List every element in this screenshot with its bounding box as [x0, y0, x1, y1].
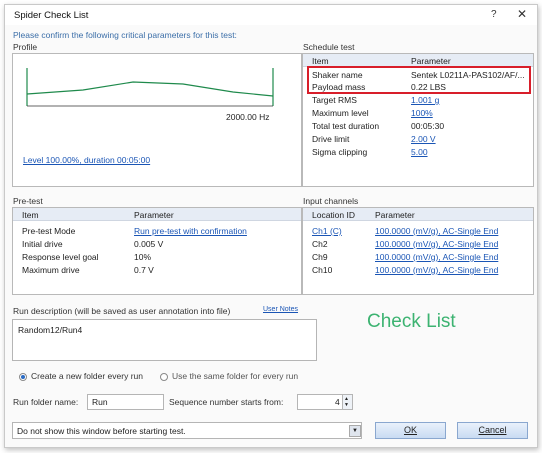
channel-param-link[interactable]: 100.0000 (mV/g), AC-Single End — [375, 265, 498, 275]
run-folder-value: Run — [92, 397, 108, 407]
run-folder-input[interactable]: Run — [87, 394, 164, 410]
run-description-label: Run description (will be saved as user a… — [13, 306, 231, 316]
same-folder-label: Use the same folder for every run — [172, 371, 299, 381]
channel-param-link[interactable]: 100.0000 (mV/g), AC-Single End — [375, 252, 498, 262]
stepper-down-icon[interactable]: ▼ — [344, 402, 349, 408]
schedule-value-link[interactable]: 100% — [411, 108, 433, 118]
schedule-item: Maximum level — [312, 108, 369, 118]
new-folder-label: Create a new folder every run — [31, 371, 143, 381]
window-title: Spider Check List — [14, 10, 89, 21]
pretest-col-parameter: Parameter — [134, 210, 174, 220]
pretest-value: 0.005 V — [134, 239, 164, 249]
help-button[interactable]: ? — [491, 9, 497, 20]
pretest-item: Response level goal — [22, 252, 99, 262]
channel-id-link[interactable]: Ch1 (C) — [312, 226, 342, 236]
channel-id: Ch9 — [312, 252, 328, 262]
ok-button[interactable]: OK — [375, 422, 446, 439]
sequence-label: Sequence number starts from: — [169, 397, 284, 407]
run-description-text: Random12/Run4 — [18, 325, 83, 335]
pretest-value: 0.7 V — [134, 265, 154, 275]
schedule-col-item: Item — [312, 56, 329, 66]
channel-param-link[interactable]: 100.0000 (mV/g), AC-Single End — [375, 226, 498, 236]
schedule-value: Sentek L0211A-PAS102/AF/... — [411, 70, 525, 80]
schedule-item: Sigma clipping — [312, 147, 368, 157]
pretest-label: Pre-test — [13, 196, 43, 206]
schedule-table: Item Parameter Shaker name Sentek L0211A… — [302, 53, 534, 187]
show-window-value: Do not show this window before starting … — [17, 426, 186, 436]
level-duration-link[interactable]: Level 100.00%, duration 00:05:00 — [23, 155, 150, 165]
profile-panel: 2000.00 Hz Level 100.00%, duration 00:05… — [12, 53, 302, 187]
schedule-item: Total test duration — [312, 121, 380, 131]
same-folder-radio[interactable] — [160, 373, 168, 381]
schedule-value: 0.22 LBS — [411, 82, 446, 92]
check-list-overlay: Check List — [367, 311, 456, 332]
chevron-down-icon[interactable]: ▼ — [349, 425, 361, 437]
channels-col-parameter: Parameter — [375, 210, 415, 220]
channel-param-link[interactable]: 100.0000 (mV/g), AC-Single End — [375, 239, 498, 249]
channel-id: Ch2 — [312, 239, 328, 249]
new-folder-radio[interactable] — [19, 373, 27, 381]
pretest-value: 10% — [134, 252, 152, 262]
sequence-value: 4 — [335, 397, 340, 407]
check-list-dialog: Spider Check List ? ✕ Please confirm the… — [4, 4, 538, 448]
instruction-text: Please confirm the following critical pa… — [13, 30, 237, 40]
pretest-col-item: Item — [22, 210, 39, 220]
input-channels-label: Input channels — [303, 196, 359, 206]
sequence-stepper[interactable]: 4 ▲ ▼ — [297, 394, 353, 410]
schedule-item: Shaker name — [312, 70, 363, 80]
cancel-label: Cancel — [478, 425, 507, 435]
schedule-item: Payload mass — [312, 82, 366, 92]
pretest-table: Item Parameter Pre-test Mode Run pre-tes… — [12, 207, 302, 295]
channel-id: Ch10 — [312, 265, 333, 275]
title-bar: Spider Check List ? ✕ — [5, 5, 537, 25]
schedule-col-parameter: Parameter — [411, 56, 451, 66]
schedule-item: Target RMS — [312, 95, 357, 105]
stepper-buttons[interactable]: ▲ ▼ — [342, 395, 352, 409]
schedule-value: 00:05:30 — [411, 121, 445, 131]
input-channels-table: Location ID Parameter Ch1 (C) 100.0000 (… — [302, 207, 534, 295]
ok-label: OK — [403, 425, 417, 435]
channels-col-location: Location ID — [312, 210, 355, 220]
close-icon[interactable]: ✕ — [517, 7, 527, 21]
run-folder-label: Run folder name: — [13, 397, 79, 407]
schedule-label: Schedule test — [303, 42, 355, 52]
frequency-label: 2000.00 Hz — [226, 112, 270, 122]
pretest-mode-link[interactable]: Run pre-test with confirmation — [134, 226, 247, 236]
run-description-input[interactable]: Random12/Run4 — [12, 319, 317, 361]
show-window-dropdown[interactable]: Do not show this window before starting … — [12, 422, 362, 439]
schedule-item: Drive limit — [312, 134, 350, 144]
schedule-value-link[interactable]: 5.00 — [411, 147, 428, 157]
schedule-value-link[interactable]: 1.001 g — [411, 95, 439, 105]
cancel-button[interactable]: Cancel — [457, 422, 528, 439]
pretest-item: Maximum drive — [22, 265, 80, 275]
pretest-item: Initial drive — [22, 239, 63, 249]
profile-label: Profile — [13, 42, 38, 52]
user-notes-link[interactable]: User Notes — [263, 306, 298, 313]
pretest-item: Pre-test Mode — [22, 226, 76, 236]
profile-plot — [26, 68, 274, 107]
schedule-value-link[interactable]: 2.00 V — [411, 134, 436, 144]
